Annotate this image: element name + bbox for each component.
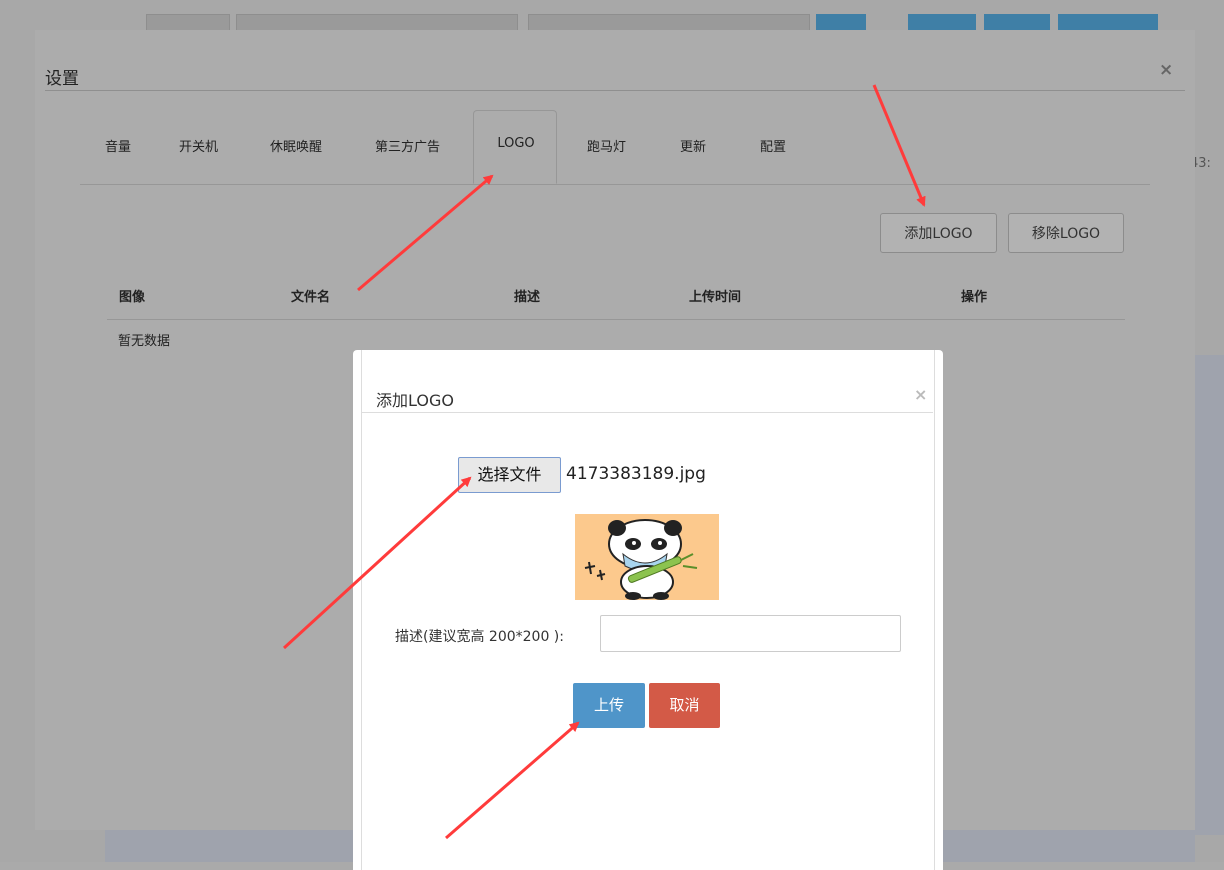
background-search <box>528 14 810 31</box>
upload-button[interactable]: 上传 <box>573 683 645 728</box>
add-logo-dialog: 添加LOGO × 选择文件 4173383189.jpg 描述(建议宽高 200… <box>353 350 943 870</box>
background-blue-button <box>1058 14 1158 30</box>
tab-third-party-ads[interactable]: 第三方广告 <box>375 136 440 155</box>
close-icon[interactable]: × <box>914 385 927 404</box>
table-divider <box>107 319 1125 320</box>
logo-preview-image <box>575 514 719 600</box>
tab-config[interactable]: 配置 <box>760 136 786 155</box>
description-label: 描述(建议宽高 200*200 ): <box>395 629 564 645</box>
tab-marquee[interactable]: 跑马灯 <box>587 136 626 155</box>
background-blue-button <box>816 14 866 30</box>
panda-illustration <box>575 514 719 600</box>
description-input[interactable] <box>600 615 901 652</box>
tab-logo[interactable]: LOGO <box>473 110 557 184</box>
settings-tabs: 音量 开关机 休眠唤醒 第三方广告 LOGO 跑马灯 更新 配置 <box>80 110 1150 185</box>
close-icon[interactable]: × <box>1159 60 1173 80</box>
background-blue-button <box>984 14 1050 30</box>
tab-volume[interactable]: 音量 <box>105 136 131 155</box>
column-header-image: 图像 <box>119 290 146 305</box>
selected-file-name: 4173383189.jpg <box>566 464 706 484</box>
divider <box>361 412 933 413</box>
settings-title: 设置 <box>45 69 79 89</box>
background-blue-button <box>908 14 976 30</box>
empty-state: 暂无数据 <box>118 334 171 349</box>
background-select <box>236 14 518 31</box>
add-logo-button[interactable]: 添加LOGO <box>880 213 997 253</box>
remove-logo-button[interactable]: 移除LOGO <box>1008 213 1124 253</box>
tab-update[interactable]: 更新 <box>680 136 706 155</box>
column-header-actions: 操作 <box>961 290 988 305</box>
column-header-upload-time: 上传时间 <box>689 290 742 305</box>
column-header-filename: 文件名 <box>291 290 331 305</box>
background-button <box>146 14 230 31</box>
column-header-description: 描述 <box>514 290 541 305</box>
divider <box>45 90 1185 91</box>
tab-sleep-wake[interactable]: 休眠唤醒 <box>270 136 322 155</box>
dialog-body: 添加LOGO × <box>361 350 935 870</box>
choose-file-button[interactable]: 选择文件 <box>458 457 561 493</box>
tab-power[interactable]: 开关机 <box>179 136 218 155</box>
dialog-title: 添加LOGO <box>376 391 454 410</box>
cancel-button[interactable]: 取消 <box>649 683 720 728</box>
tab-logo-label: LOGO <box>497 136 535 151</box>
